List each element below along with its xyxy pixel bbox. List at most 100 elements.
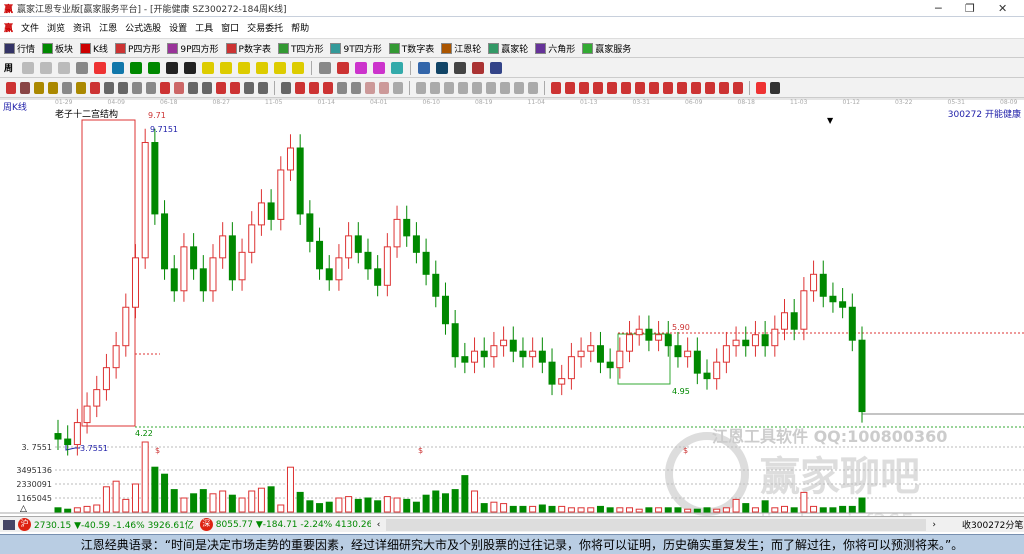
tool-icon[interactable]: [76, 61, 89, 74]
tool-icon[interactable]: [770, 81, 780, 94]
tool-icon[interactable]: [579, 81, 589, 94]
toolbar-button[interactable]: 板块: [42, 42, 73, 55]
menu-item[interactable]: 帮助: [291, 21, 309, 34]
menu-item[interactable]: 浏览: [47, 21, 65, 34]
toolbar-button[interactable]: 江恩轮: [441, 42, 481, 55]
tool-icon[interactable]: [292, 61, 305, 74]
menu-item[interactable]: 江恩: [99, 21, 117, 34]
tool-icon[interactable]: [635, 81, 645, 94]
tool-icon[interactable]: [20, 81, 30, 94]
tool-icon[interactable]: [551, 81, 561, 94]
tool-icon[interactable]: [48, 81, 58, 94]
tool-icon[interactable]: [528, 81, 538, 94]
menu-item[interactable]: 文件: [21, 21, 39, 34]
tool-icon[interactable]: [76, 81, 86, 94]
tool-icon[interactable]: [184, 61, 197, 74]
expand-icon[interactable]: △: [20, 504, 27, 514]
close-button[interactable]: ✕: [998, 2, 1007, 15]
scroll-left-button[interactable]: ‹: [377, 520, 381, 530]
maximize-button[interactable]: ❐: [965, 2, 975, 15]
tool-icon[interactable]: [430, 81, 440, 94]
tool-icon[interactable]: [490, 61, 503, 74]
tool-icon[interactable]: [416, 81, 426, 94]
tool-icon[interactable]: [355, 61, 368, 74]
tool-icon[interactable]: [58, 61, 71, 74]
tool-icon[interactable]: [756, 81, 766, 94]
tool-icon[interactable]: [365, 81, 375, 94]
tool-icon[interactable]: [130, 61, 143, 74]
tool-icon[interactable]: [705, 81, 715, 94]
tool-icon[interactable]: [351, 81, 361, 94]
tool-icon[interactable]: [174, 81, 184, 94]
tool-icon[interactable]: [202, 61, 215, 74]
tool-icon[interactable]: [379, 81, 389, 94]
tool-icon[interactable]: [220, 61, 233, 74]
tool-icon[interactable]: [663, 81, 673, 94]
tool-icon[interactable]: [393, 81, 403, 94]
dropdown-arrow-icon[interactable]: ▼: [827, 116, 834, 125]
tool-icon[interactable]: [719, 81, 729, 94]
tick-data-link[interactable]: 收300272分笔: [962, 518, 1023, 531]
scroll-right-button[interactable]: ›: [932, 520, 936, 530]
period-button[interactable]: 周: [4, 61, 13, 74]
tool-icon[interactable]: [391, 61, 404, 74]
tool-icon[interactable]: [373, 61, 386, 74]
toolbar-button[interactable]: T数字表: [388, 42, 434, 55]
tool-icon[interactable]: [230, 81, 240, 94]
tool-icon[interactable]: [472, 61, 485, 74]
tool-icon[interactable]: [323, 81, 333, 94]
calculator-icon[interactable]: [3, 519, 15, 530]
tool-icon[interactable]: [274, 61, 287, 74]
tool-icon[interactable]: [500, 81, 510, 94]
menu-item[interactable]: 交易委托: [247, 21, 283, 34]
toolbar-button[interactable]: 六角形: [535, 42, 575, 55]
tool-icon[interactable]: [444, 81, 454, 94]
menu-item[interactable]: 资讯: [73, 21, 91, 34]
tool-icon[interactable]: [62, 81, 72, 94]
toolbar-button[interactable]: P四方形: [114, 42, 160, 55]
tool-icon[interactable]: [565, 81, 575, 94]
tool-icon[interactable]: [202, 81, 212, 94]
tool-icon[interactable]: [319, 61, 332, 74]
menu-item[interactable]: 公式选股: [125, 21, 161, 34]
tool-icon[interactable]: [132, 81, 142, 94]
menu-item[interactable]: 窗口: [221, 21, 239, 34]
tool-icon[interactable]: [40, 61, 53, 74]
toolbar-button[interactable]: P数字表: [225, 42, 271, 55]
toolbar-button[interactable]: 9T四方形: [330, 42, 382, 55]
tool-icon[interactable]: [472, 81, 482, 94]
tool-icon[interactable]: [295, 81, 305, 94]
tool-icon[interactable]: [436, 61, 449, 74]
toolbar-button[interactable]: 赢家服务: [582, 42, 631, 55]
tool-icon[interactable]: [238, 61, 251, 74]
tool-icon[interactable]: [6, 81, 16, 94]
tool-icon[interactable]: [244, 81, 254, 94]
tool-icon[interactable]: [258, 81, 268, 94]
tool-icon[interactable]: [146, 81, 156, 94]
toolbar-button[interactable]: K线: [80, 42, 108, 55]
tool-icon[interactable]: [34, 81, 44, 94]
toolbar-button[interactable]: 行情: [4, 42, 35, 55]
tool-icon[interactable]: [691, 81, 701, 94]
tool-icon[interactable]: [418, 61, 431, 74]
tool-icon[interactable]: [593, 81, 603, 94]
tool-icon[interactable]: [22, 61, 35, 74]
tool-icon[interactable]: [733, 81, 743, 94]
tool-icon[interactable]: [94, 61, 107, 74]
tool-icon[interactable]: [621, 81, 631, 94]
menu-item[interactable]: 设置: [169, 21, 187, 34]
toolbar-button[interactable]: 9P四方形: [167, 42, 219, 55]
tool-icon[interactable]: [454, 61, 467, 74]
tool-icon[interactable]: [160, 81, 170, 94]
tool-icon[interactable]: [256, 61, 269, 74]
kline-chart[interactable]: 周K线 01-29 04-09 06-18 08-27 11-05 01-14 04-01 06…: [0, 98, 1024, 516]
minimize-button[interactable]: ─: [935, 2, 942, 15]
tool-icon[interactable]: [112, 61, 125, 74]
tool-icon[interactable]: [166, 61, 179, 74]
tool-icon[interactable]: [649, 81, 659, 94]
toolbar-button[interactable]: 赢家轮: [488, 42, 528, 55]
tool-icon[interactable]: [337, 61, 350, 74]
tool-icon[interactable]: [90, 81, 100, 94]
menu-item[interactable]: 工具: [195, 21, 213, 34]
tool-icon[interactable]: [337, 81, 347, 94]
